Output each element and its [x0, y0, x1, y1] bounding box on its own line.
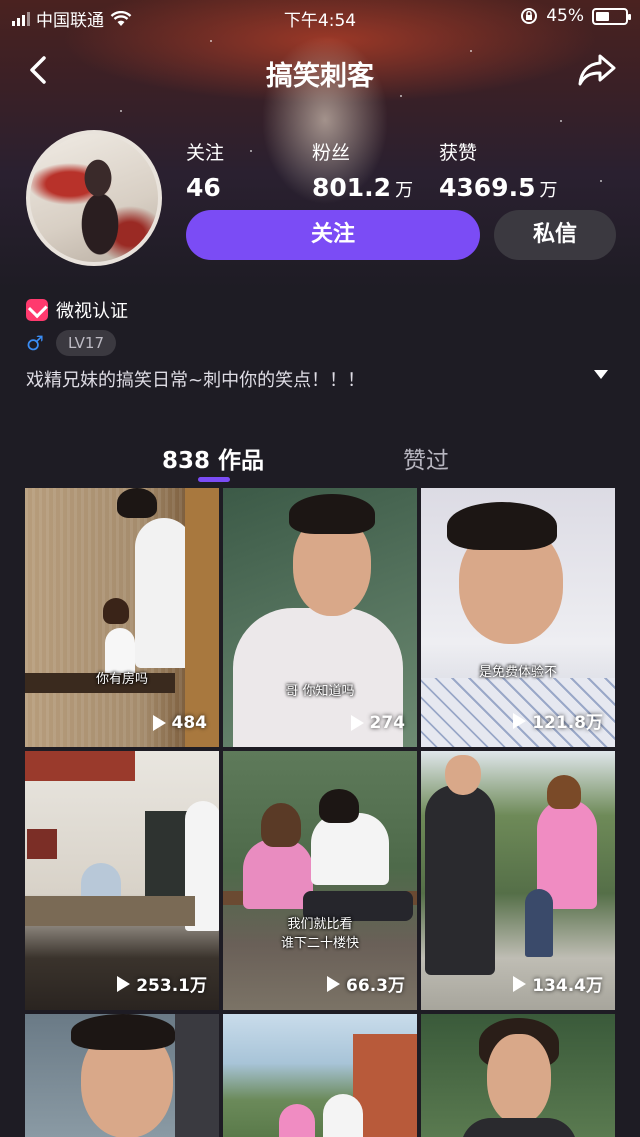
stat-label: 获赞	[439, 142, 478, 164]
play-count-value: 134.4万	[532, 976, 603, 996]
play-count-value: 484	[171, 713, 208, 733]
video-thumbnail[interactable]: 253.1万	[25, 751, 219, 1010]
play-icon	[513, 975, 527, 992]
play-icon	[117, 975, 131, 992]
nav-bar: 搞笑刺客	[0, 44, 640, 94]
play-count-value: 253.1万	[136, 976, 207, 996]
play-count: 134.4万	[513, 971, 603, 996]
video-caption: 哥 你知道吗	[285, 684, 355, 699]
video-thumbnail[interactable]	[223, 1014, 417, 1137]
video-thumbnail[interactable]: 134.4万	[421, 751, 615, 1010]
play-icon	[350, 715, 364, 731]
play-count: 66.3万	[327, 971, 405, 996]
play-count-value: 121.8万	[532, 713, 603, 733]
message-button[interactable]: 私信	[494, 210, 616, 260]
bio-text: 戏精兄妹的搞笑日常~刺中你的笑点！！！	[26, 370, 366, 391]
video-thumbnail[interactable]	[25, 1014, 219, 1137]
stat-followers[interactable]: 粉丝 801.2 万	[312, 138, 413, 202]
battery-percent: 45%	[546, 6, 584, 26]
video-thumbnail[interactable]: 我们就比看 谁下二十楼快 66.3万	[223, 751, 417, 1010]
play-count: 253.1万	[117, 971, 207, 996]
verified-badge: 微视认证	[26, 297, 128, 323]
play-icon	[513, 712, 527, 729]
play-count: 121.8万	[513, 708, 603, 733]
stat-label: 关注	[186, 142, 225, 164]
stat-value: 46	[186, 173, 221, 202]
video-thumbnail[interactable]: 你有房吗 484	[25, 488, 219, 747]
battery-level	[596, 11, 609, 21]
video-caption: 我们就比看 谁下二十楼快	[223, 913, 417, 951]
stat-following[interactable]: 关注 46	[186, 138, 225, 202]
stat-unit: 万	[539, 180, 558, 201]
level-badge: LV17	[55, 330, 116, 356]
active-tab-indicator	[198, 477, 230, 482]
play-count: 274	[350, 713, 406, 733]
avatar[interactable]	[26, 130, 162, 266]
follow-button[interactable]: 关注	[186, 210, 480, 260]
page-title: 搞笑刺客	[266, 61, 374, 92]
play-count-value: 66.3万	[346, 976, 405, 996]
rotation-lock-icon	[521, 8, 538, 24]
expand-bio-icon[interactable]	[594, 370, 608, 379]
play-icon	[327, 975, 341, 992]
stat-label: 粉丝	[312, 142, 351, 164]
share-icon	[578, 54, 616, 86]
caption-line: 我们就比看	[287, 917, 353, 932]
verified-label: 微视认证	[56, 301, 128, 322]
video-caption: 是免费体验不	[478, 665, 557, 680]
stat-value: 801.2	[312, 173, 392, 202]
stat-likes[interactable]: 获赞 4369.5 万	[439, 138, 557, 202]
video-thumbnail[interactable]: 哥 你知道吗 274	[223, 488, 417, 747]
male-icon: ♂	[26, 331, 44, 355]
caption-line: 谁下二十楼快	[280, 936, 359, 951]
profile-tags: ♂ LV17	[26, 330, 116, 356]
tab-liked[interactable]: 赞过	[403, 441, 449, 475]
verified-icon	[26, 299, 48, 321]
status-bar: 中国联通 下午4:54 45%	[0, 0, 640, 34]
stat-unit: 万	[395, 180, 414, 201]
play-count-value: 274	[369, 713, 406, 733]
share-button[interactable]	[576, 50, 618, 90]
video-thumbnail[interactable]: 是免费体验不 121.8万	[421, 488, 615, 747]
tab-works[interactable]: 838 作品	[162, 441, 264, 475]
video-thumbnail[interactable]	[421, 1014, 615, 1137]
play-count: 484	[152, 713, 208, 733]
video-caption: 你有房吗	[95, 672, 148, 687]
battery-icon	[592, 7, 631, 25]
stat-value: 4369.5	[439, 173, 536, 202]
play-icon	[152, 715, 166, 731]
